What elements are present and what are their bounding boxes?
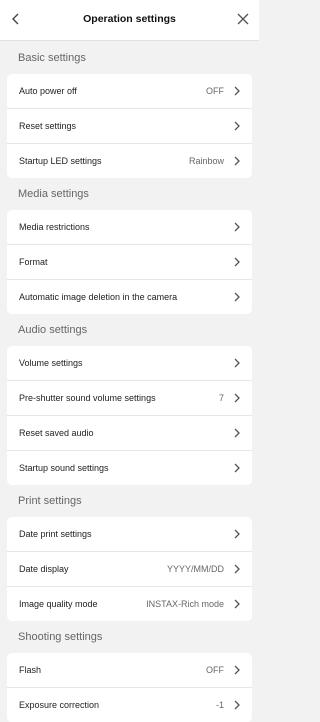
- settings-row-label: Automatic image deletion in the camera: [19, 292, 178, 302]
- settings-row[interactable]: Date display YYYY/MM/DD: [7, 551, 252, 586]
- chevron-right-icon: [234, 86, 240, 96]
- settings-row-label: Reset settings: [19, 121, 77, 131]
- settings-row-value: OFF: [206, 86, 224, 96]
- settings-row-label: Auto power off: [19, 86, 77, 96]
- chevron-right-icon: [234, 257, 240, 267]
- section-header: Media settings: [18, 188, 89, 200]
- settings-row-label: Startup LED settings: [19, 156, 102, 166]
- settings-row[interactable]: Reset settings: [7, 108, 252, 143]
- settings-row[interactable]: Media restrictions: [7, 210, 252, 244]
- settings-row-label: Image quality mode: [19, 599, 98, 609]
- settings-row-label: Reset saved audio: [19, 428, 94, 438]
- section-header: Shooting settings: [18, 631, 103, 643]
- chevron-right-icon: [234, 529, 240, 539]
- settings-row[interactable]: Date print settings: [7, 517, 252, 551]
- chevron-right-icon: [234, 463, 240, 473]
- settings-row[interactable]: Format: [7, 244, 252, 279]
- top-bar: Operation settings: [0, 0, 259, 41]
- chevron-right-icon: [234, 222, 240, 232]
- chevron-right-icon: [234, 700, 240, 710]
- chevron-right-icon: [234, 121, 240, 131]
- section-header: Audio settings: [18, 324, 88, 336]
- section-header: Print settings: [18, 495, 82, 507]
- settings-row-label: Format: [19, 257, 48, 267]
- settings-row-label: Date display: [19, 564, 69, 574]
- settings-row[interactable]: Auto power off OFF: [7, 74, 252, 108]
- chevron-right-icon: [234, 665, 240, 675]
- settings-row-label: Date print settings: [19, 529, 92, 539]
- settings-row[interactable]: Volume settings: [7, 346, 252, 380]
- chevron-right-icon: [234, 156, 240, 166]
- close-icon[interactable]: [233, 9, 253, 29]
- settings-list: Basic settings Auto power off OFF Reset set…: [0, 42, 259, 722]
- settings-row[interactable]: Pre-shutter sound volume settings 7: [7, 380, 252, 415]
- settings-row-value: -1: [215, 700, 224, 710]
- settings-row-label: Media restrictions: [19, 222, 90, 232]
- settings-row-value: Rainbow: [188, 156, 224, 166]
- settings-row[interactable]: Automatic image deletion in the camera: [7, 279, 252, 314]
- settings-row-label: Flash: [19, 665, 42, 675]
- settings-row-value: OFF: [206, 665, 224, 675]
- settings-row-label: Volume settings: [19, 358, 83, 368]
- chevron-right-icon: [234, 292, 240, 302]
- settings-row-value: 7: [218, 393, 224, 403]
- section-card: Auto power off OFF Reset settings Startup L…: [7, 74, 252, 178]
- settings-row[interactable]: Flash OFF: [7, 653, 252, 687]
- settings-row[interactable]: Exposure correction -1: [7, 687, 252, 722]
- settings-row-value: INSTAX-Rich mode: [146, 599, 224, 609]
- section-card: Flash OFF Exposure correction -1: [7, 653, 252, 722]
- settings-row[interactable]: Image quality mode INSTAX-Rich mode: [7, 586, 252, 621]
- settings-row-label: Exposure correction: [19, 700, 100, 710]
- chevron-right-icon: [234, 599, 240, 609]
- section-card: Media restrictions Format Automatic image …: [7, 210, 252, 314]
- settings-row[interactable]: Startup sound settings: [7, 450, 252, 485]
- chevron-right-icon: [234, 393, 240, 403]
- settings-row[interactable]: Startup LED settings Rainbow: [7, 143, 252, 178]
- section-card: Date print settings Date display YYYY/MM/D…: [7, 517, 252, 621]
- chevron-right-icon: [234, 428, 240, 438]
- settings-row-label: Startup sound settings: [19, 463, 109, 473]
- chevron-right-icon: [234, 564, 240, 574]
- settings-row-label: Pre-shutter sound volume settings: [19, 393, 156, 403]
- page-title: Operation settings: [83, 13, 176, 25]
- settings-row-value: YYYY/MM/DD: [166, 564, 224, 574]
- chevron-right-icon: [234, 358, 240, 368]
- section-card: Volume settings Pre-shutter sound volume …: [7, 346, 252, 485]
- section-header: Basic settings: [18, 52, 86, 64]
- settings-row[interactable]: Reset saved audio: [7, 415, 252, 450]
